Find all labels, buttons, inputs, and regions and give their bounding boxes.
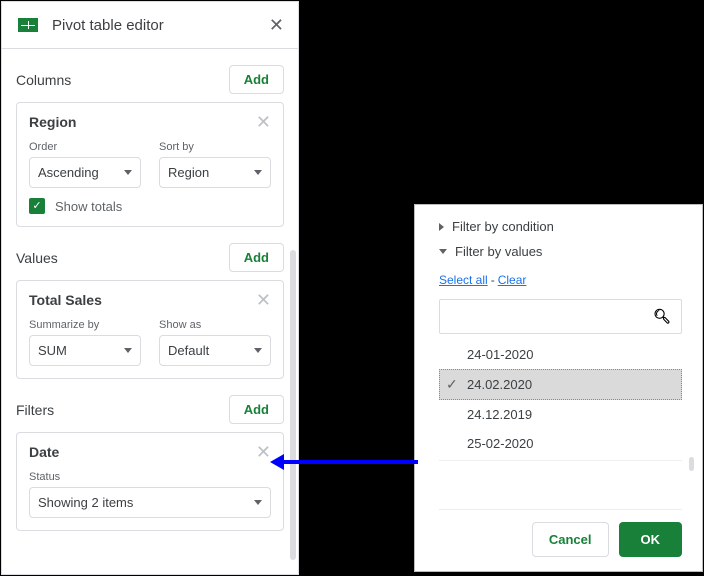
filter-by-condition-row[interactable]: Filter by condition <box>439 219 682 234</box>
summarize-select[interactable]: SUM <box>29 335 141 366</box>
close-icon[interactable]: ✕ <box>269 16 284 34</box>
divider <box>439 460 682 461</box>
value-card-total-sales: Total Sales ✕ Summarize by SUM Show as D… <box>16 280 284 379</box>
sortby-select[interactable]: Region <box>159 157 271 188</box>
scrollbar[interactable] <box>290 250 296 560</box>
sortby-value: Region <box>168 165 209 180</box>
list-item[interactable]: 25-02-2020 <box>439 429 682 458</box>
remove-column-icon[interactable]: ✕ <box>256 113 271 131</box>
panel-header: Pivot table editor ✕ <box>2 2 298 49</box>
filter-by-values-row[interactable]: Filter by values <box>439 244 682 259</box>
column-card-title: Region <box>29 114 76 130</box>
showas-value: Default <box>168 343 209 358</box>
chevron-down-icon <box>439 249 447 254</box>
show-totals-label: Show totals <box>55 199 122 214</box>
remove-value-icon[interactable]: ✕ <box>256 291 271 309</box>
ok-button[interactable]: OK <box>619 522 683 557</box>
showas-label: Show as <box>159 319 271 331</box>
order-select[interactable]: Ascending <box>29 157 141 188</box>
chevron-down-icon <box>254 170 262 175</box>
summarize-label: Summarize by <box>29 319 141 331</box>
scrollbar[interactable] <box>689 457 694 471</box>
remove-filter-icon[interactable]: ✕ <box>256 443 271 461</box>
check-icon: ✓ <box>32 201 41 212</box>
showas-select[interactable]: Default <box>159 335 271 366</box>
add-filter-button[interactable]: Add <box>229 395 284 424</box>
cancel-button[interactable]: Cancel <box>532 522 609 557</box>
chevron-down-icon <box>124 170 132 175</box>
status-select[interactable]: Showing 2 items <box>29 487 271 518</box>
search-input[interactable] <box>450 309 653 324</box>
columns-heading: Columns <box>16 72 71 88</box>
order-value: Ascending <box>38 165 99 180</box>
chevron-right-icon <box>439 223 444 231</box>
check-icon: ✓ <box>446 376 458 393</box>
value-card-title: Total Sales <box>29 292 102 308</box>
panel-title: Pivot table editor <box>52 17 269 34</box>
filter-by-values-label: Filter by values <box>455 244 542 259</box>
filter-by-condition-label: Filter by condition <box>452 219 554 234</box>
column-card-region: Region ✕ Order Ascending Sort by Region <box>16 102 284 227</box>
chevron-down-icon <box>124 348 132 353</box>
list-item[interactable]: 24.12.2019 <box>439 400 682 429</box>
status-value: Showing 2 items <box>38 495 133 510</box>
list-item[interactable]: 24-01-2020 <box>439 340 682 369</box>
select-all-link[interactable]: Select all <box>439 273 488 287</box>
list-item[interactable]: ✓24.02.2020 <box>439 369 682 400</box>
sheets-icon <box>18 18 38 32</box>
filter-card-date: Date ✕ Status Showing 2 items <box>16 432 284 531</box>
show-totals-checkbox[interactable]: ✓ <box>29 198 45 214</box>
add-column-button[interactable]: Add <box>229 65 284 94</box>
filters-heading: Filters <box>16 402 54 418</box>
sortby-label: Sort by <box>159 141 271 153</box>
chevron-down-icon <box>254 348 262 353</box>
summarize-value: SUM <box>38 343 67 358</box>
search-icon[interactable]: 🔍︎ <box>653 308 671 325</box>
add-value-button[interactable]: Add <box>229 243 284 272</box>
values-heading: Values <box>16 250 58 266</box>
clear-link[interactable]: Clear <box>498 273 527 287</box>
chevron-down-icon <box>254 500 262 505</box>
order-label: Order <box>29 141 141 153</box>
pivot-table-editor-panel: Pivot table editor ✕ Columns Add Region … <box>1 1 299 575</box>
filter-card-title: Date <box>29 444 59 460</box>
search-input-wrap: 🔍︎ <box>439 299 682 334</box>
status-label: Status <box>29 471 271 483</box>
filter-values-popup: Filter by condition Filter by values Sel… <box>414 204 703 572</box>
